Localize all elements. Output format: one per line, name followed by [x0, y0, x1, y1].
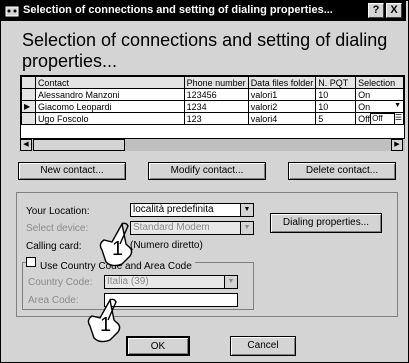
cell-folder[interactable]: valori1 — [247, 88, 317, 101]
table-row[interactable]: ▶ Giacomo Leopardi 1234 valori2 10 On ▼ — [21, 100, 404, 113]
cell-selection[interactable]: On — [355, 88, 404, 101]
row-header[interactable] — [21, 88, 36, 101]
device-value: Standard Modem — [133, 222, 210, 233]
cell-npqt[interactable]: 5 — [315, 112, 357, 125]
cell-contact[interactable]: Giacomo Leopardi — [34, 100, 185, 113]
row-header[interactable] — [21, 112, 36, 125]
help-button[interactable]: ? — [368, 3, 384, 18]
ok-button[interactable]: OK — [126, 336, 190, 356]
cell-folder[interactable]: valori2 — [247, 100, 317, 113]
cell-selection-value: On — [358, 101, 371, 112]
scroll-right-icon[interactable]: ▶ — [391, 139, 403, 151]
chevron-down-icon[interactable]: ▼ — [240, 222, 253, 234]
cancel-button[interactable]: Cancel — [230, 336, 296, 356]
grid-horizontal-scrollbar[interactable]: ◀ ▶ — [20, 138, 405, 151]
modify-contact-button[interactable]: Modify contact... — [148, 162, 266, 180]
phone-icon — [5, 6, 19, 17]
location-label: Your Location: — [26, 206, 90, 217]
column-header-folder[interactable]: Data files folder — [247, 76, 317, 89]
device-label: Select device: — [26, 223, 89, 234]
calling-card-label: Calling card: — [26, 241, 82, 252]
dialog-heading: Selection of connections and setting of … — [22, 30, 388, 71]
callout-number: 1 — [100, 314, 112, 336]
table-row[interactable]: Alessandro Manzoni 123456 valori1 10 On — [21, 88, 404, 101]
close-button[interactable]: X — [386, 3, 402, 18]
scrollbar-thumb[interactable] — [33, 139, 125, 151]
column-header-selection[interactable]: Selection — [355, 76, 404, 89]
grid-header-row: Contact Phone number Data files folder N… — [21, 76, 404, 89]
location-select[interactable]: località predefinita ▼ — [130, 203, 254, 217]
cell-selection[interactable]: On ▼ — [355, 100, 404, 113]
cell-contact[interactable]: Alessandro Manzoni — [34, 88, 185, 101]
country-code-select[interactable]: Italia (39) ▼ — [104, 275, 238, 289]
column-header-npqt[interactable]: N. PQT — [315, 76, 357, 89]
current-row-indicator[interactable]: ▶ — [21, 100, 36, 113]
chevron-down-icon[interactable]: ▼ — [224, 276, 237, 288]
cell-folder[interactable]: valori4 — [247, 112, 317, 125]
callout-number: 1 — [112, 238, 124, 260]
title-bar: Selection of connections and setting of … — [1, 1, 406, 21]
column-header-phone[interactable]: Phone number — [183, 76, 249, 89]
scroll-left-icon[interactable]: ◀ — [20, 139, 32, 151]
delete-contact-button[interactable]: Delete contact... — [288, 162, 396, 180]
cell-npqt[interactable]: 10 — [315, 88, 357, 101]
cell-phone[interactable]: 123456 — [183, 88, 249, 101]
new-contact-button[interactable]: New contact... — [18, 162, 126, 180]
device-select[interactable]: Standard Modem ▼ — [130, 221, 254, 235]
chevron-down-icon[interactable]: ▼ — [394, 102, 401, 112]
cell-phone[interactable]: 1234 — [183, 100, 249, 113]
country-code-value: Italia (39) — [107, 276, 149, 287]
window-title: Selection of connections and setting of … — [23, 4, 333, 16]
chevron-down-icon[interactable]: ▼ — [240, 204, 253, 216]
selection-editor[interactable]: Off — [370, 113, 396, 124]
spin-icon[interactable]: ☰ — [395, 114, 402, 124]
cell-npqt[interactable]: 10 — [315, 100, 357, 113]
cell-phone[interactable]: 123 — [183, 112, 249, 125]
location-value: località predefinita — [133, 204, 214, 215]
grid-header-corner — [21, 76, 36, 89]
cell-selection[interactable]: Off Off ☰ — [355, 112, 404, 125]
cell-selection-value: Off — [358, 113, 370, 124]
column-header-contact[interactable]: Contact — [34, 76, 185, 89]
country-area-checkbox[interactable] — [26, 257, 36, 267]
calling-card-value: (Numero diretto) — [130, 240, 203, 251]
cell-contact[interactable]: Ugo Foscolo — [34, 112, 185, 125]
country-code-label: Country Code: — [28, 277, 93, 288]
dialing-properties-button[interactable]: Dialing properties... — [270, 213, 382, 233]
table-row[interactable]: Ugo Foscolo 123 valori4 5 Off Off ☰ — [21, 112, 404, 125]
area-code-label: Area Code: — [28, 295, 79, 306]
